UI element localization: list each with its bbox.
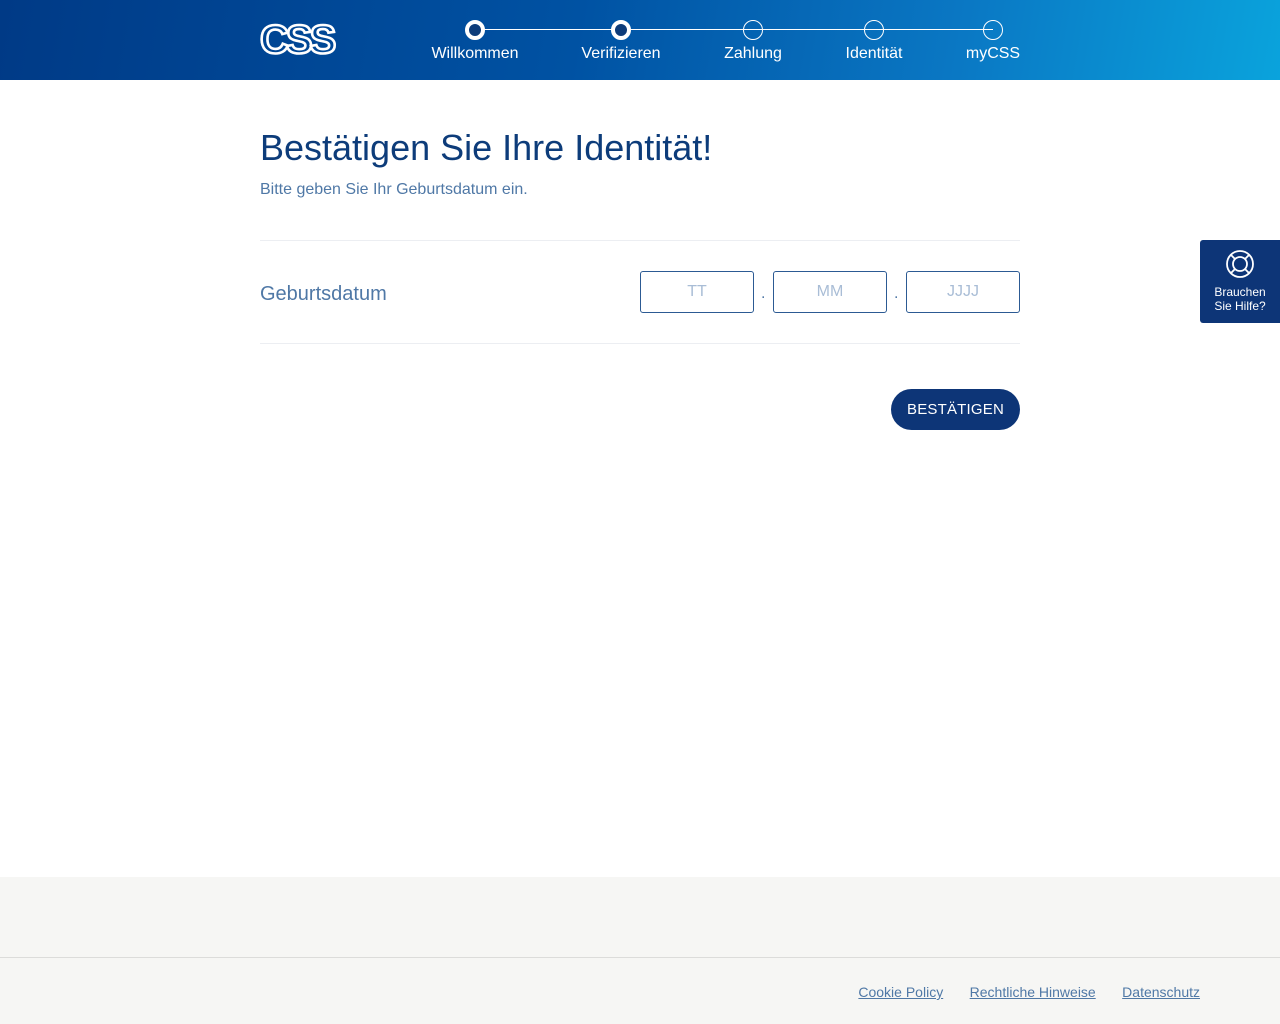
footer-link-rechtliche-hinweise[interactable]: Rechtliche Hinweise bbox=[970, 984, 1096, 1000]
date-separator: . bbox=[894, 285, 899, 302]
divider-top bbox=[260, 240, 1020, 241]
footer-links: Cookie Policy Rechtliche Hinweise Datens… bbox=[836, 984, 1200, 1002]
help-text-line1: Brauchen bbox=[1214, 285, 1266, 299]
step-label: Zahlung bbox=[724, 45, 782, 62]
birthdate-month-input[interactable] bbox=[773, 271, 887, 313]
step-label: Verifizieren bbox=[581, 45, 661, 62]
page-subtitle: Bitte geben Sie Ihr Geburtsdatum ein. bbox=[260, 181, 528, 198]
footer-divider bbox=[0, 957, 1280, 958]
help-tab[interactable]: Brauchen Sie Hilfe? bbox=[1200, 240, 1280, 323]
footer-link-datenschutz[interactable]: Datenschutz bbox=[1122, 984, 1200, 1000]
footer-link-cookie-policy[interactable]: Cookie Policy bbox=[858, 984, 943, 1000]
header: CSS Willkommen Verifizieren Zahlung Iden… bbox=[0, 0, 1280, 80]
help-text: Brauchen Sie Hilfe? bbox=[1200, 285, 1280, 313]
step-completed-icon bbox=[611, 20, 631, 40]
birthdate-day-input[interactable] bbox=[640, 271, 754, 313]
lifebuoy-icon bbox=[1226, 250, 1254, 278]
step-completed-icon bbox=[465, 20, 485, 40]
step-verifizieren: Verifizieren bbox=[551, 20, 691, 64]
footer: Cookie Policy Rechtliche Hinweise Datens… bbox=[0, 877, 1280, 1024]
birthdate-label: Geburtsdatum bbox=[260, 283, 387, 305]
step-mycss: myCSS bbox=[923, 20, 1063, 64]
step-label: myCSS bbox=[965, 45, 1021, 62]
step-willkommen: Willkommen bbox=[405, 20, 545, 64]
step-zahlung: Zahlung bbox=[683, 20, 823, 64]
date-separator: . bbox=[761, 285, 766, 302]
divider-bottom bbox=[260, 343, 1020, 344]
step-pending-icon bbox=[864, 20, 884, 40]
help-text-line2: Sie Hilfe? bbox=[1214, 299, 1266, 313]
step-pending-icon bbox=[983, 20, 1003, 40]
confirm-button[interactable]: BESTÄTIGEN bbox=[891, 389, 1020, 430]
progress-steps: Willkommen Verifizieren Zahlung Identitä… bbox=[0, 0, 1280, 80]
step-label: Willkommen bbox=[431, 45, 519, 62]
birthdate-year-input[interactable] bbox=[906, 271, 1020, 313]
page-title: Bestätigen Sie Ihre Identität! bbox=[260, 127, 713, 168]
step-pending-icon bbox=[743, 20, 763, 40]
